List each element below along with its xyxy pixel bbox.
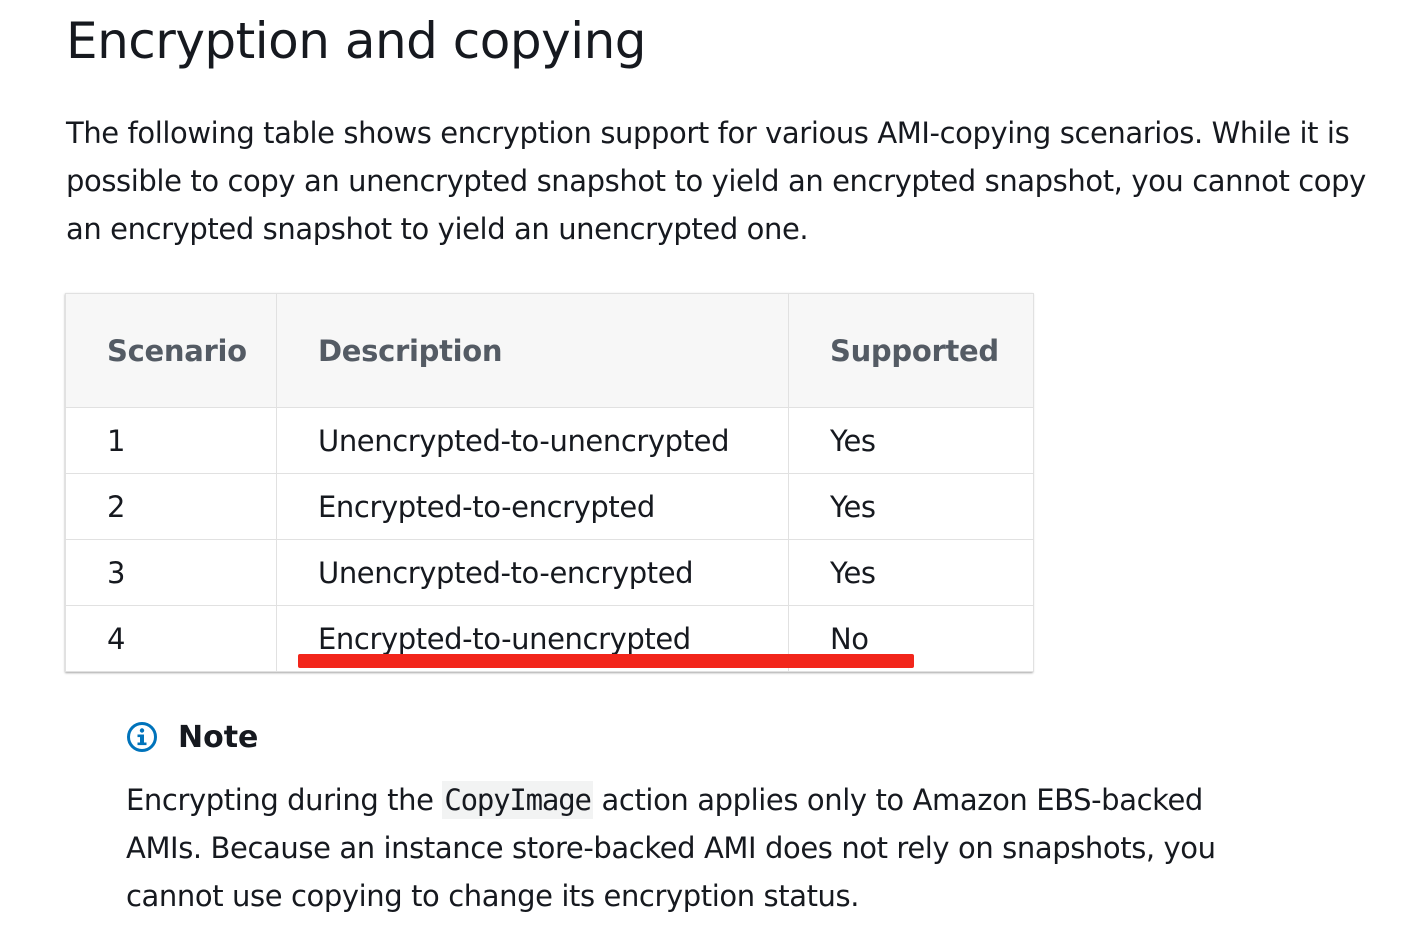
note-body-text-before: Encrypting during the bbox=[126, 783, 443, 817]
table-row: 3 Unencrypted-to-encrypted Yes bbox=[65, 539, 1034, 606]
cell-supported: Yes bbox=[788, 407, 1034, 474]
note-title: Note bbox=[178, 719, 259, 755]
encryption-scenarios-table: Scenario Description Supported 1 Unencry… bbox=[65, 293, 1034, 672]
column-header-supported: Supported bbox=[788, 293, 1034, 408]
note-callout: Note Encrypting during the CopyImage act… bbox=[126, 712, 1406, 920]
note-body: Encrypting during the CopyImage action a… bbox=[126, 776, 1286, 920]
table-row: 1 Unencrypted-to-unencrypted Yes bbox=[65, 407, 1034, 474]
table-header-row: Scenario Description Supported bbox=[65, 293, 1034, 408]
column-header-scenario: Scenario bbox=[65, 293, 277, 408]
cell-supported: Yes bbox=[788, 473, 1034, 540]
cell-scenario: 1 bbox=[65, 407, 277, 474]
info-icon bbox=[126, 721, 158, 753]
column-header-description: Description bbox=[276, 293, 789, 408]
cell-supported: Yes bbox=[788, 539, 1034, 606]
table-row: 2 Encrypted-to-encrypted Yes bbox=[65, 473, 1034, 540]
encryption-table-container: Scenario Description Supported 1 Unencry… bbox=[65, 293, 1034, 672]
inline-code-copyimage: CopyImage bbox=[442, 781, 593, 819]
page-title: Encryption and copying bbox=[66, 12, 647, 70]
red-highlight-underline bbox=[298, 654, 914, 668]
note-header: Note bbox=[126, 712, 1406, 762]
cell-description: Unencrypted-to-encrypted bbox=[276, 539, 789, 606]
cell-description: Unencrypted-to-unencrypted bbox=[276, 407, 789, 474]
intro-paragraph: The following table shows encryption sup… bbox=[66, 116, 1366, 246]
cell-scenario: 4 bbox=[65, 605, 277, 672]
cell-scenario: 2 bbox=[65, 473, 277, 540]
cell-scenario: 3 bbox=[65, 539, 277, 606]
cell-description: Encrypted-to-encrypted bbox=[276, 473, 789, 540]
